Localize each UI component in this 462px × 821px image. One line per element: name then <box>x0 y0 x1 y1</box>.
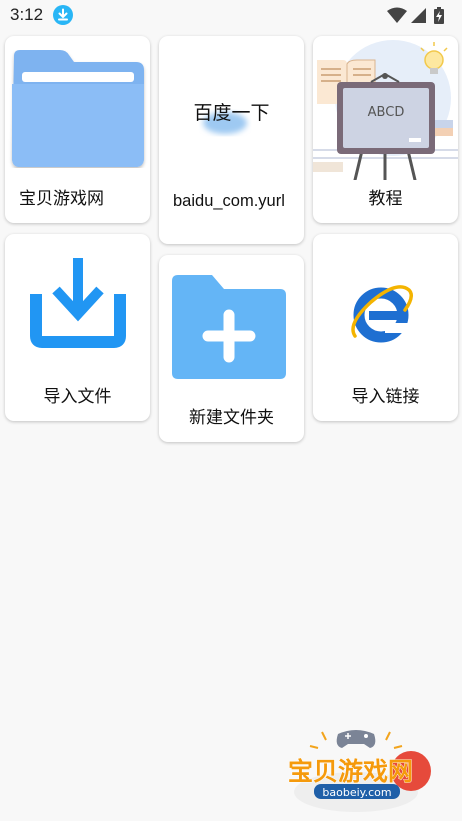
tutorial-blackboard-icon: ABCD <box>313 40 458 180</box>
grid-item-label: 新建文件夹 <box>189 408 274 427</box>
cellular-signal-icon <box>411 8 426 23</box>
folder-icon <box>12 50 144 167</box>
grid-item-new-folder[interactable]: 新建文件夹 <box>159 255 304 442</box>
grid-item-label: 导入文件 <box>43 387 112 406</box>
battery-charging-icon <box>434 7 444 24</box>
grid-item-folder[interactable]: 宝贝游戏网 <box>5 36 150 223</box>
grid-item-baidu-link[interactable]: 百度一下 baidu_com.yurl <box>159 36 304 244</box>
status-bar: 3:12 <box>0 0 462 30</box>
wifi-icon <box>387 7 407 23</box>
grid-item-label: baidu_com.yurl <box>173 192 285 210</box>
import-file-icon <box>30 258 126 348</box>
status-time: 3:12 <box>10 5 44 24</box>
grid-item-import-link[interactable]: 导入链接 <box>313 234 458 421</box>
grid-item-tutorial[interactable]: ABCD 教程 <box>313 36 458 223</box>
watermark-title: 宝贝游戏网 <box>288 757 413 786</box>
status-icons <box>387 7 444 24</box>
watermark-logo: 宝贝游戏网 baobeiy.com <box>288 730 431 812</box>
internet-explorer-icon <box>351 285 413 343</box>
grid-item-label: 导入链接 <box>351 387 420 406</box>
download-icon <box>53 5 73 25</box>
blackboard-text: ABCD <box>368 105 405 120</box>
grid-item-label: 宝贝游戏网 <box>19 189 104 208</box>
grid-item-label: 教程 <box>368 189 403 208</box>
baidu-preview-text: 百度一下 <box>193 103 270 124</box>
grid-item-import-file[interactable]: 导入文件 <box>5 234 150 421</box>
new-folder-icon <box>172 275 286 379</box>
baidu-preview: 百度一下 <box>159 92 304 142</box>
watermark-url: baobeiy.com <box>322 786 391 799</box>
